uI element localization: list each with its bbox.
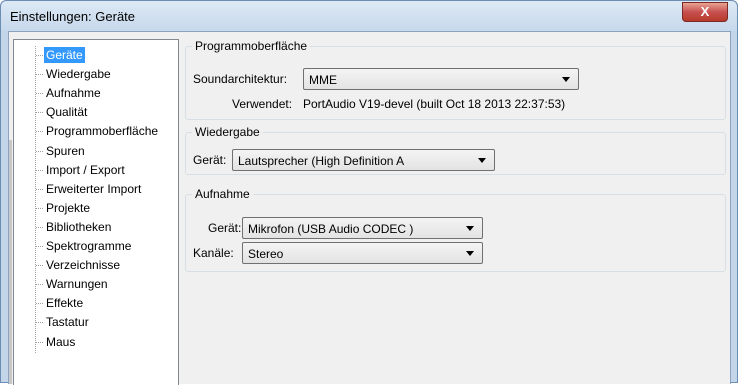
- tree-item[interactable]: Qualität: [36, 103, 176, 121]
- tree-item-label: Programmoberfläche: [46, 124, 159, 139]
- tree-item[interactable]: Programmoberfläche: [36, 122, 176, 140]
- tree-item[interactable]: Bibliotheken: [36, 218, 176, 236]
- tree-item-label: Erweiterter Import: [46, 181, 142, 196]
- chevron-down-icon: [466, 251, 474, 256]
- interface-group-title: Programmoberfläche: [192, 39, 311, 53]
- tree-item-label: Geräte: [44, 47, 85, 63]
- tree-item[interactable]: Spuren: [36, 142, 176, 160]
- tree-item-label: Import / Export: [46, 162, 125, 177]
- category-tree[interactable]: Geräte Wiedergabe Aufnahme Qualität Programm…: [13, 39, 179, 385]
- recording-device-label: Gerät:: [208, 221, 242, 235]
- tree-connector: [36, 207, 43, 209]
- tree-item-label: Spuren: [46, 143, 85, 158]
- tree-connector: [36, 303, 43, 305]
- tree-item[interactable]: Tastatur: [36, 313, 176, 331]
- recording-device-select[interactable]: Mikrofon (USB Audio CODEC ): [242, 217, 483, 239]
- close-button[interactable]: X: [682, 2, 728, 22]
- using-value: PortAudio V19-devel (built Oct 18 2013 2…: [303, 97, 566, 111]
- tree-connector: [36, 265, 43, 267]
- tree-connector: [36, 226, 43, 228]
- tree-item[interactable]: Erweiterter Import: [36, 180, 176, 198]
- tree-connector: [36, 112, 43, 114]
- host-select[interactable]: MME: [303, 68, 579, 90]
- tree-item[interactable]: Wiedergabe: [36, 65, 176, 83]
- channels-label: Kanäle:: [193, 246, 234, 260]
- tree-item[interactable]: Effekte: [36, 294, 176, 312]
- chevron-down-icon: [478, 158, 486, 163]
- playback-device-label: Gerät:: [193, 153, 227, 167]
- tree-item[interactable]: Verzeichnisse: [36, 256, 176, 274]
- tree-connector: [36, 341, 43, 343]
- recording-group: Aufnahme Gerät: Mikrofon (USB Audio CODE…: [185, 187, 726, 272]
- tree-item-label: Warnungen: [46, 277, 108, 292]
- title-bar[interactable]: Einstellungen: Geräte X: [1, 1, 737, 31]
- channels-select-value: Stereo: [248, 247, 284, 261]
- playback-device-select[interactable]: Lautsprecher (High Definition A: [232, 149, 495, 171]
- tree-connector: [36, 131, 43, 133]
- tree-item-label: Effekte: [46, 296, 84, 311]
- tree-item[interactable]: Warnungen: [36, 275, 176, 293]
- host-select-value: MME: [309, 73, 337, 87]
- channels-select[interactable]: Stereo: [242, 242, 483, 264]
- chevron-down-icon: [562, 77, 570, 82]
- tree-item-label: Verzeichnisse: [46, 258, 121, 273]
- tree-item-label: Projekte: [46, 200, 91, 215]
- dialog-client-area: Geräte Wiedergabe Aufnahme Qualität Programm…: [8, 31, 731, 385]
- tree-connector: [36, 74, 43, 76]
- tree-item[interactable]: Import / Export: [36, 161, 176, 179]
- tree-item[interactable]: Maus: [36, 333, 176, 351]
- tree-item[interactable]: Projekte: [36, 199, 176, 217]
- playback-device-value: Lautsprecher (High Definition A: [238, 154, 405, 168]
- tree-connector: [36, 55, 43, 56]
- tree-item[interactable]: Geräte: [36, 46, 176, 64]
- using-label: Verwendet:: [232, 97, 293, 111]
- tree-connector: [36, 188, 43, 190]
- host-label: Soundarchitektur:: [193, 72, 288, 86]
- playback-group-title: Wiedergabe: [192, 125, 263, 139]
- tree-item[interactable]: Aufnahme: [36, 84, 176, 102]
- tree-item[interactable]: Spektrogramme: [36, 237, 176, 255]
- tree-connector: [36, 284, 43, 286]
- chevron-down-icon: [466, 226, 474, 231]
- recording-device-value: Mikrofon (USB Audio CODEC ): [248, 222, 414, 236]
- window-title: Einstellungen: Geräte: [10, 9, 136, 24]
- tree-item-label: Maus: [46, 334, 76, 349]
- tree-connector: [36, 169, 43, 171]
- recording-group-title: Aufnahme: [192, 187, 253, 201]
- left-edge-strip: [9, 140, 12, 384]
- tree-item-label: Spektrogramme: [46, 239, 132, 253]
- tree-item-label: Wiedergabe: [46, 67, 111, 82]
- tree-item-label: Tastatur: [46, 315, 89, 330]
- interface-group: Programmoberfläche Soundarchitektur: MME…: [185, 39, 726, 120]
- tree-item-label: Aufnahme: [46, 86, 101, 101]
- tree-connector: [36, 93, 43, 95]
- playback-group: Wiedergabe Gerät: Lautsprecher (High Def…: [185, 125, 726, 175]
- tree-connector: [36, 322, 43, 324]
- tree-connector: [36, 246, 43, 247]
- tree-item-label: Qualität: [46, 105, 88, 120]
- tree-connector: [36, 150, 43, 152]
- tree-item-label: Bibliotheken: [46, 219, 112, 234]
- settings-dialog: Einstellungen: Geräte X Geräte Wiedergabe…: [0, 0, 738, 385]
